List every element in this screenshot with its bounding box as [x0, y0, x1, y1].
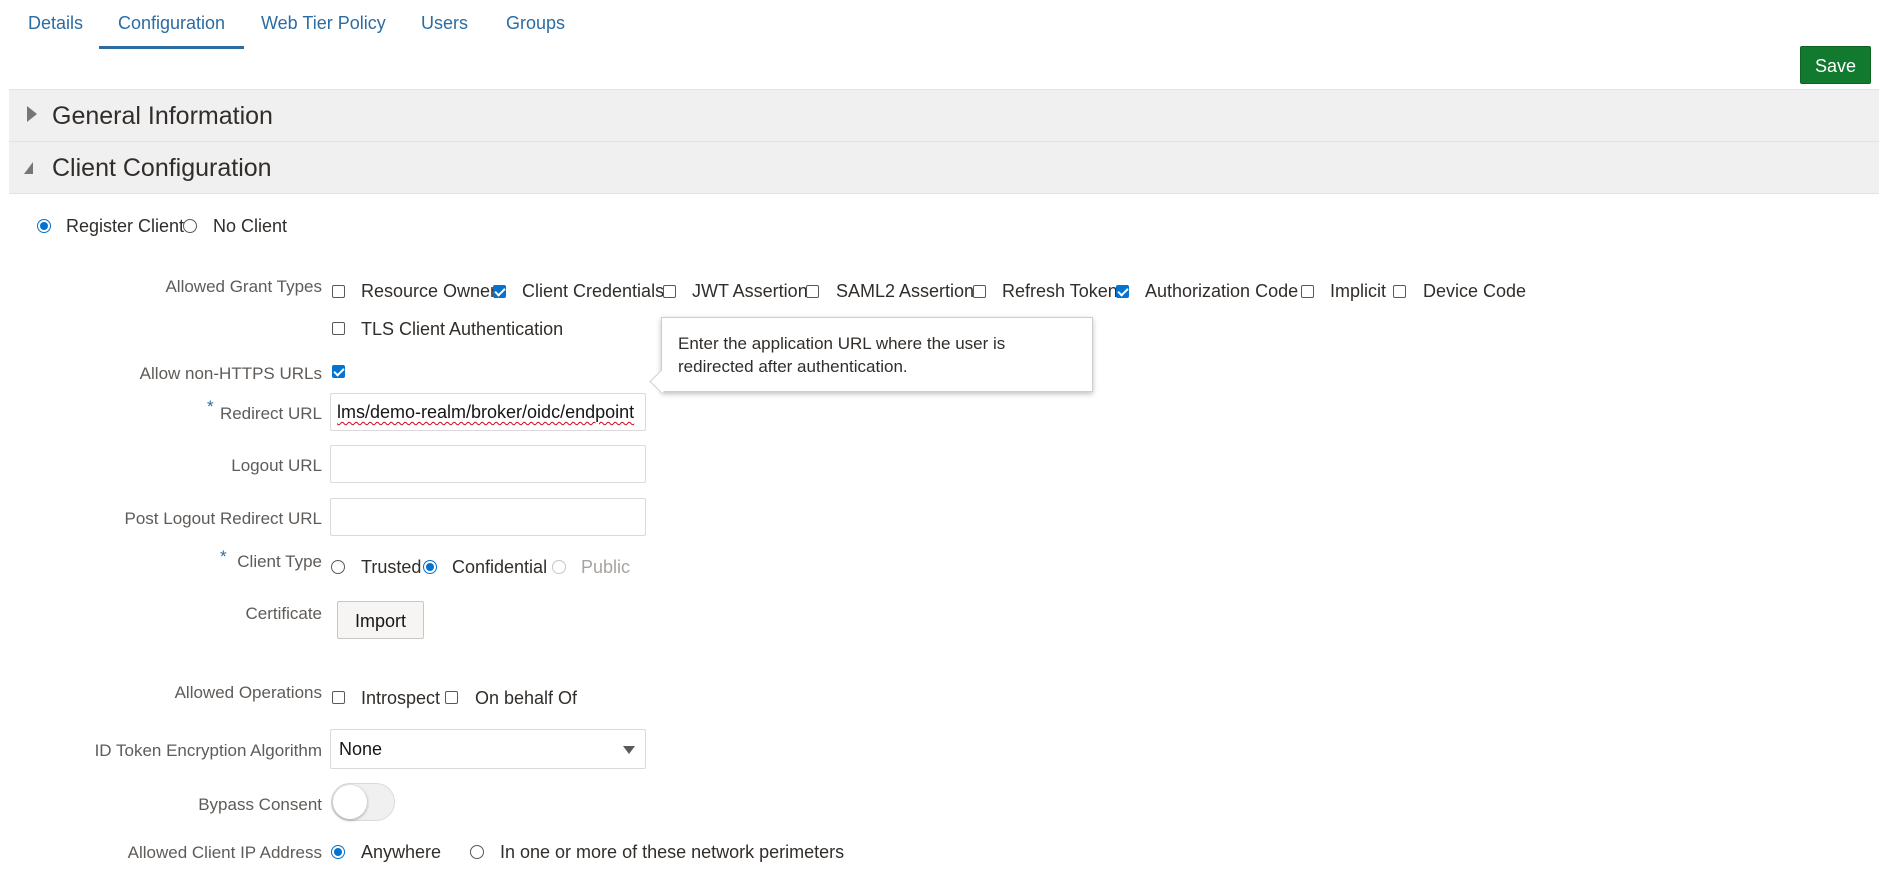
certificate-label: Certificate [245, 604, 322, 623]
post-logout-redirect-url-input[interactable] [330, 498, 646, 536]
allowed-client-ip-label: Allowed Client IP Address [127, 843, 322, 862]
tab-web-tier-policy[interactable]: Web Tier Policy [261, 12, 386, 46]
introspect-label: Introspect [361, 688, 441, 708]
device-code-checkbox[interactable] [1393, 285, 1406, 298]
trusted-radio[interactable] [331, 560, 345, 574]
authorization-code-label: Authorization Code [1145, 281, 1299, 301]
saml2-assertion-label: SAML2 Assertion [836, 281, 975, 301]
introspect-checkbox[interactable] [332, 691, 345, 704]
anywhere-radio[interactable] [331, 845, 345, 859]
tab-users[interactable]: Users [421, 12, 468, 46]
redirect-url-tooltip: Enter the application URL where the user… [661, 317, 1093, 392]
toggle-knob [333, 785, 367, 819]
resource-owner-label: Resource Owner [361, 281, 497, 301]
refresh-token-label: Refresh Token [1002, 281, 1118, 301]
id-token-encryption-select[interactable]: None [330, 729, 646, 769]
save-button[interactable]: Save [1800, 46, 1871, 84]
chevron-down-icon [623, 746, 635, 754]
register-client-label: Register Client [66, 216, 185, 236]
redirect-url-input[interactable]: lms/demo-realm/broker/oidc/endpoint [330, 393, 646, 431]
id-token-encryption-label: ID Token Encryption Algorithm [94, 741, 322, 760]
post-logout-redirect-url-label: Post Logout Redirect URL [124, 509, 323, 528]
register-client-radio[interactable] [37, 219, 51, 233]
on-behalf-of-label: On behalf Of [475, 688, 578, 708]
tooltip-text: Enter the application URL where the user… [678, 334, 1006, 376]
allowed-grant-types-label: Allowed Grant Types [165, 277, 322, 296]
resource-owner-checkbox[interactable] [332, 285, 345, 298]
implicit-checkbox[interactable] [1301, 285, 1314, 298]
confidential-label: Confidential [452, 557, 548, 577]
tab-configuration[interactable]: Configuration [99, 12, 245, 49]
allowed-operations-label: Allowed Operations [174, 683, 322, 702]
trusted-label: Trusted [361, 557, 422, 577]
on-behalf-of-checkbox[interactable] [445, 691, 458, 704]
public-label: Public [581, 557, 631, 577]
tls-client-authentication-checkbox[interactable] [332, 322, 345, 335]
refresh-token-checkbox[interactable] [973, 285, 986, 298]
no-client-label: No Client [213, 216, 288, 236]
client-type-label: Client Type [237, 552, 322, 571]
bypass-consent-toggle[interactable] [331, 783, 395, 821]
no-client-radio[interactable] [183, 219, 197, 233]
section-title: General Information [52, 102, 273, 130]
saml2-assertion-checkbox[interactable] [806, 285, 819, 298]
required-indicator: * [207, 397, 214, 416]
confidential-radio[interactable] [423, 560, 437, 574]
client-configuration-section[interactable]: Client Configuration [9, 141, 1879, 194]
tls-client-authentication-label: TLS Client Authentication [361, 319, 564, 339]
logout-url-input[interactable] [330, 445, 646, 483]
general-information-section[interactable]: General Information [9, 89, 1879, 141]
selected-value: None [339, 739, 383, 759]
tab-groups[interactable]: Groups [506, 12, 565, 46]
network-perimeters-label: In one or more of these network perimete… [500, 842, 845, 862]
tab-details[interactable]: Details [28, 12, 83, 46]
collapse-icon[interactable] [24, 162, 33, 174]
import-button[interactable]: Import [337, 601, 424, 639]
device-code-label: Device Code [1423, 281, 1527, 301]
logout-url-label: Logout URL [231, 456, 322, 475]
client-credentials-checkbox[interactable] [493, 285, 506, 298]
jwt-assertion-checkbox[interactable] [663, 285, 676, 298]
required-indicator: * [220, 547, 227, 566]
section-title: Client Configuration [52, 154, 272, 182]
allow-non-https-checkbox[interactable] [332, 365, 345, 378]
expand-icon[interactable] [27, 106, 37, 122]
jwt-assertion-label: JWT Assertion [692, 281, 808, 301]
bypass-consent-label: Bypass Consent [198, 795, 322, 814]
redirect-url-label: Redirect URL [219, 404, 322, 423]
anywhere-label: Anywhere [361, 842, 442, 862]
authorization-code-checkbox[interactable] [1116, 285, 1129, 298]
allow-non-https-label: Allow non-HTTPS URLs [139, 364, 322, 383]
public-radio[interactable] [552, 560, 566, 574]
network-perimeters-radio[interactable] [470, 845, 484, 859]
implicit-label: Implicit [1330, 281, 1387, 301]
client-credentials-label: Client Credentials [522, 281, 665, 301]
